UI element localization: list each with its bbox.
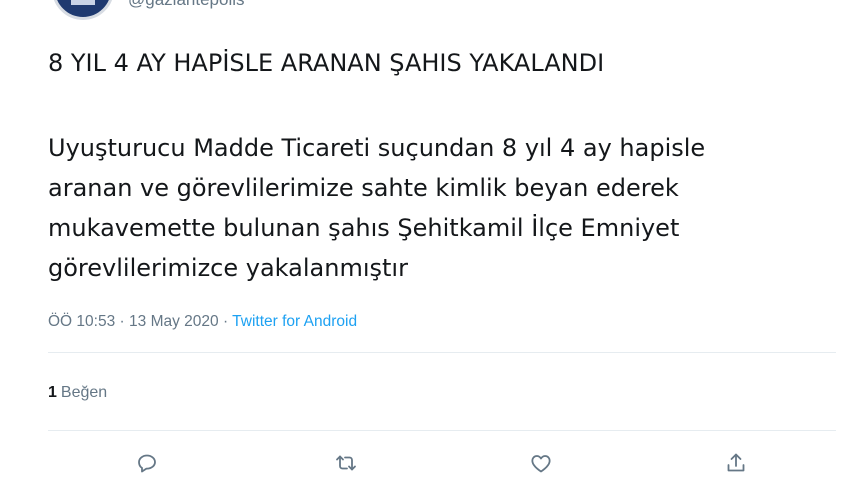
account-handle[interactable]: @gaziantepolis bbox=[128, 0, 245, 10]
tweet-time[interactable]: ÖÖ 10:53 bbox=[48, 313, 115, 330]
tweet-source-link[interactable]: Twitter for Android bbox=[232, 313, 357, 330]
like-button[interactable] bbox=[526, 448, 556, 478]
reply-icon bbox=[138, 454, 156, 473]
tweet-body-line: mukavemette bulunan şahıs Şehitkamil İlç… bbox=[48, 214, 680, 242]
reply-button[interactable] bbox=[132, 448, 162, 478]
tweet-body-line: görevlilerimizce yakalanmıştır bbox=[48, 254, 408, 282]
tweet-date[interactable]: 13 May 2020 bbox=[129, 313, 219, 330]
meta-separator: · bbox=[222, 313, 229, 330]
retweet-icon bbox=[336, 455, 356, 471]
tweet-meta: ÖÖ 10:53 · 13 May 2020 · Twitter for And… bbox=[48, 313, 357, 331]
meta-separator: · bbox=[119, 313, 125, 330]
tweet-body-line: aranan ve görevlilerimize sahte kimlik b… bbox=[48, 174, 679, 202]
share-icon bbox=[727, 453, 745, 472]
tweet-body-line: Uyuşturucu Madde Ticareti suçundan 8 yıl… bbox=[48, 134, 706, 162]
divider bbox=[48, 352, 836, 353]
tweet-headline: 8 YIL 4 AY HAPİSLE ARANAN ŞAHIS YAKALAND… bbox=[48, 49, 605, 77]
tweet-body: Uyuşturucu Madde Ticareti suçundan 8 yıl… bbox=[48, 128, 828, 288]
share-button[interactable] bbox=[721, 448, 751, 478]
like-icon bbox=[531, 455, 551, 473]
likes-stat[interactable]: 1 Beğen bbox=[48, 384, 107, 402]
avatar[interactable] bbox=[52, 0, 114, 20]
likes-count: 1 bbox=[48, 384, 57, 401]
likes-label: Beğen bbox=[60, 384, 108, 401]
divider bbox=[48, 430, 836, 431]
retweet-button[interactable] bbox=[331, 448, 361, 478]
